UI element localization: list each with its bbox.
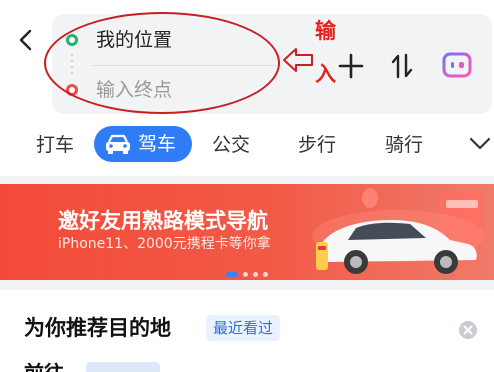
close-icon[interactable]	[458, 320, 478, 340]
tab-bus[interactable]: 公交	[212, 132, 250, 158]
recommend-title: 为你推荐目的地	[24, 316, 171, 340]
pagination-dot-active	[226, 272, 238, 277]
back-icon[interactable]	[14, 28, 38, 52]
tab-taxi[interactable]: 打车	[36, 132, 74, 158]
annotation-ellipse	[44, 12, 280, 114]
plus-icon[interactable]	[337, 52, 365, 80]
annotation-text: 输	[315, 19, 336, 43]
swap-icon[interactable]	[390, 53, 414, 79]
section-separator	[0, 176, 494, 184]
car-illustration	[312, 188, 484, 274]
recommend-item-placeholder	[86, 362, 160, 372]
recent-tag[interactable]: 最近看过	[206, 315, 281, 341]
annotation-text: 入	[315, 62, 336, 86]
banner-subtitle: iPhone11、2000元携程卡等你拿	[58, 236, 271, 252]
promo-banner[interactable]: 邀好友用熟路模式导航 iPhone11、2000元携程卡等你拿	[0, 184, 494, 280]
section-separator	[0, 280, 494, 290]
tab-label: 驾车	[138, 133, 177, 155]
tab-drive[interactable]: 驾车	[94, 126, 192, 162]
pagination-dot	[263, 272, 268, 277]
recommend-item-prefix[interactable]: 前往	[24, 360, 64, 372]
pagination-dot	[253, 272, 258, 277]
chevron-down-icon[interactable]	[468, 134, 492, 154]
car-icon	[106, 134, 130, 154]
card-icon[interactable]	[442, 52, 472, 78]
annotation-arrow-icon	[283, 48, 313, 72]
pagination-dot	[243, 272, 248, 277]
banner-title: 邀好友用熟路模式导航	[58, 209, 268, 233]
tab-ride[interactable]: 骑行	[385, 132, 423, 158]
tab-walk[interactable]: 步行	[298, 132, 336, 158]
